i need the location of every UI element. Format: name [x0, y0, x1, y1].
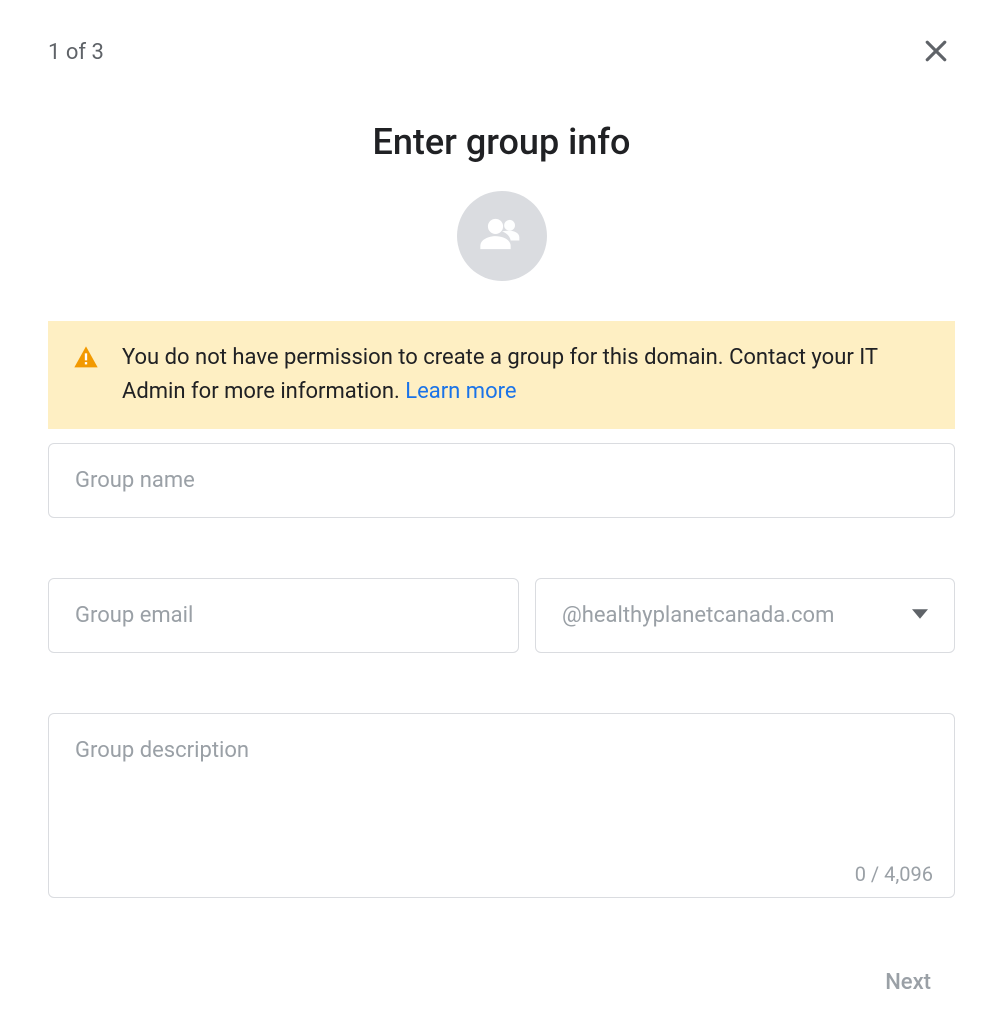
group-icon [476, 208, 528, 264]
domain-select-value: @healthyplanetcanada.com [562, 603, 834, 628]
close-icon [921, 54, 951, 69]
learn-more-link[interactable]: Learn more [405, 379, 516, 404]
next-button[interactable]: Next [873, 962, 943, 1003]
close-button[interactable] [917, 32, 955, 73]
char-counter: 0 / 4,096 [855, 862, 933, 886]
group-name-input[interactable] [48, 443, 955, 518]
page-title: Enter group info [48, 121, 955, 163]
group-avatar-placeholder [457, 191, 547, 281]
group-email-input[interactable] [48, 578, 519, 653]
group-description-input[interactable] [48, 713, 955, 898]
chevron-down-icon [912, 606, 928, 626]
permission-warning-banner: You do not have permission to create a g… [48, 321, 955, 429]
warning-message: You do not have permission to create a g… [122, 341, 931, 409]
step-indicator: 1 of 3 [48, 40, 104, 65]
warning-icon [72, 344, 100, 376]
domain-select[interactable]: @healthyplanetcanada.com [535, 578, 955, 653]
